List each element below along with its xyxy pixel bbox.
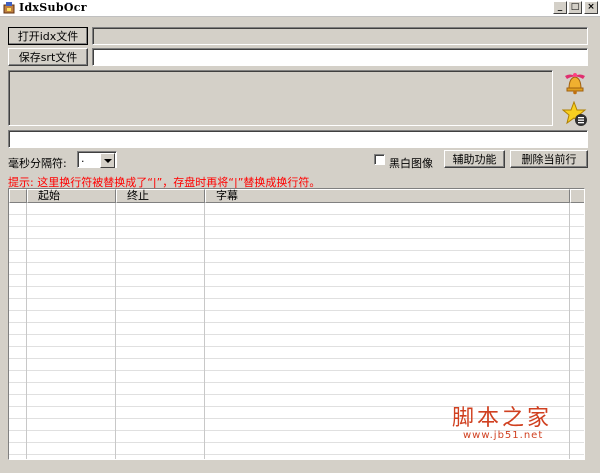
watermark-url: www.jb51.net <box>463 430 544 441</box>
column-divider <box>204 203 205 459</box>
maximize-button[interactable]: □ <box>568 1 582 14</box>
column-header-start[interactable]: 起始 <box>27 189 116 203</box>
column-divider <box>115 203 116 459</box>
chevron-down-icon[interactable] <box>100 153 115 168</box>
save-srt-label: 保存srt文件 <box>18 51 78 64</box>
title-bar: IdxSubOcr _ □ × <box>0 0 600 17</box>
column-header-indicator[interactable] <box>9 189 27 203</box>
assist-label: 辅助功能 <box>452 153 497 166</box>
save-srt-button[interactable]: 保存srt文件 <box>8 48 88 66</box>
ms-separator-select[interactable]: . <box>77 151 117 168</box>
window-title: IdxSubOcr <box>19 1 87 14</box>
close-button[interactable]: × <box>584 1 598 14</box>
delete-row-label: 删除当前行 <box>521 153 577 166</box>
subtitle-image-preview <box>8 70 553 126</box>
idx-path-field[interactable] <box>92 27 588 45</box>
assist-button[interactable]: 辅助功能 <box>444 150 505 168</box>
subtitle-edit-field[interactable] <box>8 130 588 148</box>
column-divider <box>569 203 570 459</box>
open-idx-label: 打开idx文件 <box>17 30 79 43</box>
ms-separator-label: 毫秒分隔符: <box>8 157 67 170</box>
column-header-filler <box>570 189 584 203</box>
column-header-end[interactable]: 终止 <box>116 189 205 203</box>
bw-image-label: 黑白图像 <box>389 157 433 170</box>
bw-image-checkbox[interactable] <box>374 154 385 165</box>
ms-separator-value: . <box>81 152 85 165</box>
column-header-subtitle[interactable]: 字幕 <box>205 189 570 203</box>
column-divider <box>26 203 27 459</box>
delete-row-button[interactable]: 删除当前行 <box>510 150 588 168</box>
star-list-icon[interactable] <box>562 101 588 127</box>
open-idx-button[interactable]: 打开idx文件 <box>8 27 88 45</box>
table-header: 起始 终止 字幕 <box>9 189 584 203</box>
bell-icon[interactable] <box>562 70 588 96</box>
srt-path-field[interactable] <box>92 48 588 66</box>
watermark-logo: 脚本之家 <box>452 406 553 431</box>
main-window: IdxSubOcr _ □ × 打开idx文件 保存srt文件 毫秒分隔符: .… <box>0 0 600 473</box>
app-icon <box>3 2 15 14</box>
minimize-button[interactable]: _ <box>553 1 567 14</box>
